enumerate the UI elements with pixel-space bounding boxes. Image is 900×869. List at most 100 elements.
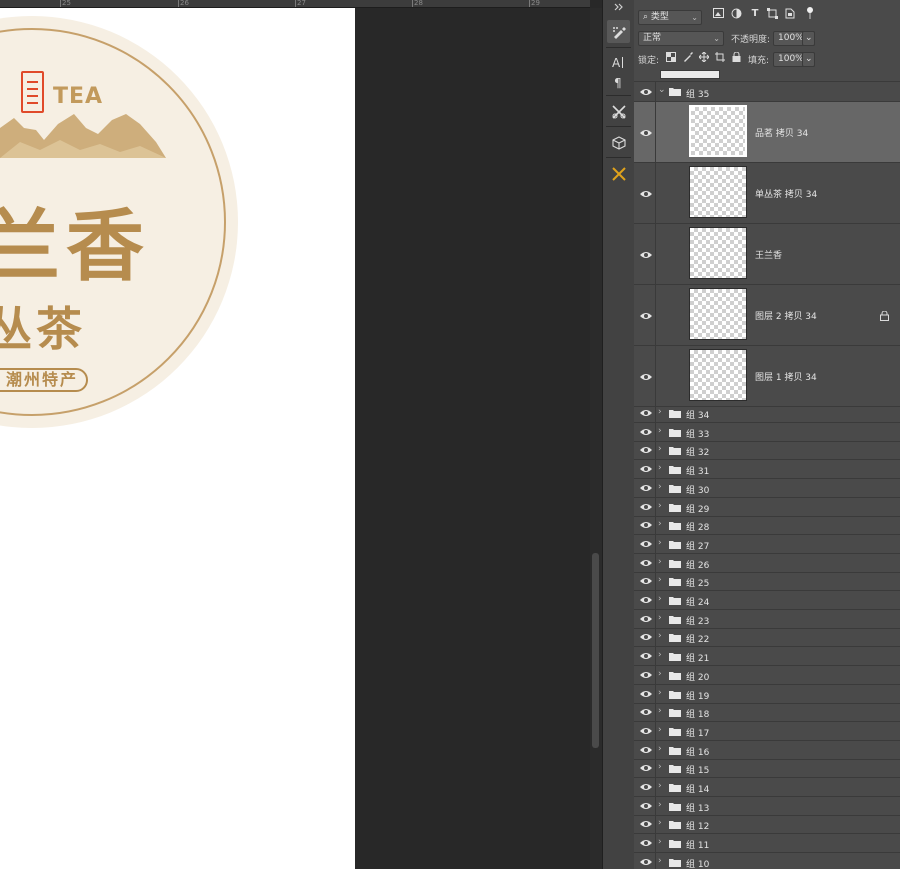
chevron-right-icon[interactable]: ›	[658, 613, 662, 623]
layer-group-row[interactable]: › 组 16	[634, 740, 900, 760]
chevron-down-icon[interactable]: ⌄	[658, 85, 666, 95]
layer-group-row[interactable]: › 组 25	[634, 572, 900, 592]
chevron-right-icon[interactable]: ›	[658, 575, 662, 585]
chevron-right-icon[interactable]: ›	[658, 538, 662, 548]
visibility-eye-icon[interactable]	[639, 670, 653, 680]
lock-all-icon[interactable]	[732, 51, 741, 65]
visibility-eye-icon[interactable]	[639, 595, 653, 605]
brush-settings-icon[interactable]	[607, 20, 630, 43]
tool-presets-icon[interactable]	[607, 100, 630, 123]
layer-thumbnail[interactable]	[689, 227, 747, 279]
visibility-eye-icon[interactable]	[639, 801, 653, 811]
layer-group-row[interactable]: › 组 20	[634, 665, 900, 685]
visibility-eye-icon[interactable]	[639, 128, 653, 138]
visibility-eye-icon[interactable]	[639, 651, 653, 661]
chevron-right-icon[interactable]: ›	[658, 669, 662, 679]
visibility-eye-icon[interactable]	[639, 464, 653, 474]
lock-image-pixels-icon[interactable]	[683, 52, 693, 65]
chevron-right-icon[interactable]: ›	[658, 781, 662, 791]
scrollbar-thumb[interactable]	[592, 553, 599, 748]
chevron-right-icon[interactable]: ›	[658, 444, 662, 454]
layer-group-row[interactable]: › 组 18	[634, 703, 900, 723]
layer-group-row[interactable]: › 组 21	[634, 647, 900, 667]
visibility-eye-icon[interactable]	[639, 311, 653, 321]
blend-mode-dropdown[interactable]: 正常 ⌄	[638, 31, 724, 46]
chevron-right-icon[interactable]: ›	[658, 800, 662, 810]
layer-group-row[interactable]: › 组 34	[634, 404, 900, 423]
layer-group-row[interactable]: › 组 32	[634, 441, 900, 461]
visibility-eye-icon[interactable]	[639, 745, 653, 755]
layer-group-row[interactable]: › 组 23	[634, 609, 900, 629]
visibility-eye-icon[interactable]	[639, 189, 653, 199]
chevron-right-icon[interactable]: ›	[658, 744, 662, 754]
layer-group-row[interactable]: › 组 26	[634, 553, 900, 573]
visibility-eye-icon[interactable]	[639, 87, 653, 97]
visibility-eye-icon[interactable]	[639, 782, 653, 792]
visibility-eye-icon[interactable]	[639, 614, 653, 624]
layer-group-row[interactable]: › 组 13	[634, 796, 900, 816]
layer-group-row[interactable]: › 组 10	[634, 852, 900, 869]
layer-group-row[interactable]: › 组 31	[634, 460, 900, 480]
visibility-eye-icon[interactable]	[639, 483, 653, 493]
chevron-right-icon[interactable]: ›	[658, 762, 662, 772]
chevron-right-icon[interactable]: ›	[658, 631, 662, 641]
chevron-right-icon[interactable]: ›	[658, 818, 662, 828]
canvas-scrollbar[interactable]	[590, 8, 602, 869]
chevron-right-icon[interactable]: ›	[658, 725, 662, 735]
chevron-right-icon[interactable]: ›	[658, 407, 662, 417]
layer-group-row[interactable]: › 组 33	[634, 422, 900, 442]
layer-group-row[interactable]: › 组 30	[634, 478, 900, 498]
layer-group-row[interactable]: › 组 17	[634, 721, 900, 741]
visibility-eye-icon[interactable]	[639, 632, 653, 642]
smart-object-filter-icon[interactable]	[784, 8, 796, 20]
layer-row[interactable]: 单丛茶 拷贝 34	[634, 163, 900, 224]
artboard-lock-icon[interactable]	[715, 52, 725, 65]
layer-group-row[interactable]: › 组 24	[634, 591, 900, 610]
chevron-right-icon[interactable]: ›	[658, 482, 662, 492]
visibility-eye-icon[interactable]	[639, 689, 653, 699]
visibility-eye-icon[interactable]	[639, 819, 653, 829]
filter-toggle-icon[interactable]	[804, 6, 816, 19]
visibility-eye-icon[interactable]	[639, 838, 653, 848]
lock-position-icon[interactable]	[698, 51, 710, 65]
chevron-right-icon[interactable]: ›	[658, 519, 662, 529]
visibility-eye-icon[interactable]	[639, 763, 653, 773]
lock-transparent-pixels-icon[interactable]	[666, 52, 676, 65]
shape-layer-filter-icon[interactable]	[766, 8, 778, 20]
3d-panel-icon[interactable]	[607, 131, 630, 154]
layer-group-row[interactable]: › 组 15	[634, 759, 900, 779]
paragraph-panel-icon[interactable]: ¶	[607, 70, 630, 93]
chevron-right-icon[interactable]: ›	[658, 594, 662, 604]
layer-thumbnail[interactable]	[689, 105, 747, 157]
visibility-eye-icon[interactable]	[639, 539, 653, 549]
visibility-eye-icon[interactable]	[639, 520, 653, 530]
chevron-right-icon[interactable]: ›	[658, 688, 662, 698]
chevron-right-icon[interactable]: ›	[658, 706, 662, 716]
visibility-eye-icon[interactable]	[639, 502, 653, 512]
visibility-eye-icon[interactable]	[639, 250, 653, 260]
chevron-right-icon[interactable]: ›	[658, 650, 662, 660]
timeline-tools-icon[interactable]	[607, 162, 630, 185]
visibility-eye-icon[interactable]	[639, 558, 653, 568]
layer-group-row[interactable]: › 组 29	[634, 497, 900, 517]
chevron-right-icon[interactable]: ›	[658, 837, 662, 847]
document-canvas[interactable]: TEA 兰香 丛茶 潮州特产	[0, 8, 355, 869]
layer-row[interactable]: 图层 2 拷贝 34	[634, 285, 900, 346]
layer-row[interactable]: 品茗 拷贝 34	[634, 102, 900, 163]
adjustment-layer-filter-icon[interactable]	[730, 8, 742, 20]
layer-group-row[interactable]: › 组 14	[634, 778, 900, 797]
layer-thumbnail[interactable]	[689, 288, 747, 340]
layer-row[interactable]: 图层 1 拷贝 34	[634, 346, 900, 407]
fill-slider-toggle[interactable]: ⌄	[802, 52, 815, 67]
layer-row[interactable]: 王兰香	[634, 224, 900, 285]
chevron-right-icon[interactable]: ›	[658, 463, 662, 473]
expand-panels-icon[interactable]	[607, 1, 630, 13]
chevron-right-icon[interactable]: ›	[658, 557, 662, 567]
layer-group-row[interactable]: › 组 28	[634, 516, 900, 536]
chevron-right-icon[interactable]: ›	[658, 426, 662, 436]
layer-group-row[interactable]: › 组 19	[634, 684, 900, 704]
chevron-right-icon[interactable]: ›	[658, 856, 662, 866]
layer-filter-dropdown[interactable]: ⌕ 类型 ⌄	[638, 10, 702, 25]
layer-group-row[interactable]: › 组 12	[634, 815, 900, 835]
type-layer-filter-icon[interactable]: T	[749, 8, 761, 20]
